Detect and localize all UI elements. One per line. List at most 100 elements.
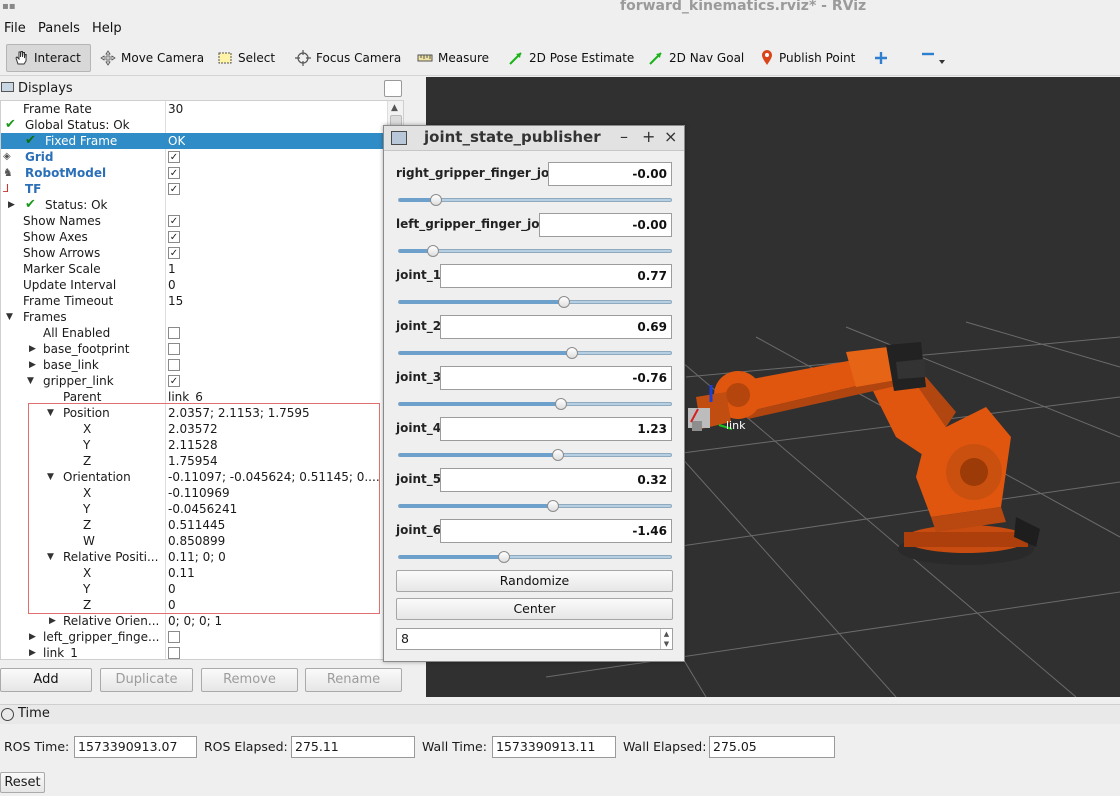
spin-arrows-icon[interactable]: ▲ ▼ xyxy=(660,629,672,649)
joint-value-field[interactable]: -0.00 xyxy=(548,162,672,186)
expand-arrow-icon[interactable]: ▶ xyxy=(29,629,36,645)
tree-row-show-arrows[interactable]: Show Arrows ✓ xyxy=(1,245,387,261)
tree-row-gripper-link[interactable]: ▼ gripper_link ✓ xyxy=(1,373,387,389)
panel-float-button[interactable] xyxy=(384,80,402,97)
enabled-checkbox[interactable] xyxy=(168,359,180,371)
collapse-arrow-icon[interactable]: ▼ xyxy=(6,309,13,325)
center-button[interactable]: Center xyxy=(396,598,673,620)
joint-value-field[interactable]: -0.00 xyxy=(539,213,672,237)
joint-slider-track[interactable] xyxy=(398,300,672,304)
tree-row-status-ok[interactable]: ▶ ✔ Status: Ok xyxy=(1,197,387,213)
tree-row-tf[interactable]: ⅃ TF ✓ xyxy=(1,181,387,197)
tree-row-fixed-frame[interactable]: ✔ Fixed Frame OK xyxy=(1,133,387,149)
joint-slider-track[interactable] xyxy=(398,351,672,355)
tree-row-base-footprint[interactable]: ▶ base_footprint xyxy=(1,341,387,357)
enabled-checkbox[interactable] xyxy=(168,343,180,355)
enabled-checkbox[interactable]: ✓ xyxy=(168,375,180,387)
tree-row-robotmodel[interactable]: ♞ RobotModel ✓ xyxy=(1,165,387,181)
enabled-checkbox[interactable]: ✓ xyxy=(168,183,180,195)
close-icon[interactable]: × xyxy=(664,127,677,146)
menu-help[interactable]: Help xyxy=(92,21,122,36)
joint-value-field[interactable]: -1.46 xyxy=(440,519,672,543)
joint-slider-handle[interactable] xyxy=(427,245,439,257)
tree-row-base-link[interactable]: ▶ base_link xyxy=(1,357,387,373)
tool-2d-pose-estimate[interactable]: 2D Pose Estimate xyxy=(502,44,640,72)
tree-row-left-gripper-finger[interactable]: ▶ left_gripper_finge... xyxy=(1,629,387,645)
enabled-checkbox[interactable] xyxy=(168,647,180,659)
tool-2d-nav-goal[interactable]: 2D Nav Goal xyxy=(642,44,750,72)
joint-value-field[interactable]: 0.77 xyxy=(440,264,672,288)
tree-row-show-names[interactable]: Show Names ✓ xyxy=(1,213,387,229)
row-value[interactable]: 30 xyxy=(168,101,183,117)
menu-panels[interactable]: Panels xyxy=(38,21,80,36)
joint-slider-handle[interactable] xyxy=(552,449,564,461)
ros-time-field[interactable]: 1573390913.07 xyxy=(74,736,197,758)
randomize-button[interactable]: Randomize xyxy=(396,570,673,592)
tree-row-update-interval[interactable]: Update Interval 0 xyxy=(1,277,387,293)
joint-slider-track[interactable] xyxy=(398,453,672,457)
expand-arrow-icon[interactable]: ▶ xyxy=(8,197,15,213)
tree-row-frame-timeout[interactable]: Frame Timeout 15 xyxy=(1,293,387,309)
tree-row-link-1[interactable]: ▶ link_1 xyxy=(1,645,387,659)
tree-row-relative-orientation[interactable]: ▶ Relative Orien... 0; 0; 0; 1 xyxy=(1,613,387,629)
joint-count-spinbox[interactable]: 8 ▲ ▼ xyxy=(396,628,673,650)
tool-publish-point[interactable]: Publish Point xyxy=(754,44,861,72)
remove-tool-button[interactable] xyxy=(914,44,952,72)
joint-slider-handle[interactable] xyxy=(566,347,578,359)
expand-arrow-icon[interactable]: ▶ xyxy=(29,341,36,357)
wall-elapsed-field[interactable]: 275.05 xyxy=(709,736,835,758)
tree-row-global-status[interactable]: ✔ Global Status: Ok xyxy=(1,117,387,133)
tool-select[interactable]: Select xyxy=(211,44,281,72)
tool-measure[interactable]: Measure xyxy=(411,44,495,72)
ros-elapsed-field[interactable]: 275.11 xyxy=(291,736,415,758)
menu-file[interactable]: File xyxy=(4,21,26,36)
scroll-up-icon[interactable]: ▲ xyxy=(391,103,398,113)
maximize-icon[interactable]: + xyxy=(642,127,655,146)
enabled-checkbox[interactable]: ✓ xyxy=(168,167,180,179)
row-value[interactable]: 15 xyxy=(168,293,183,309)
collapse-arrow-icon[interactable]: ▼ xyxy=(27,373,34,389)
enabled-checkbox[interactable]: ✓ xyxy=(168,231,180,243)
joint-slider-handle[interactable] xyxy=(430,194,442,206)
row-value[interactable]: 1 xyxy=(168,261,176,277)
joint-slider-track[interactable] xyxy=(398,402,672,406)
add-tool-button[interactable] xyxy=(868,44,894,72)
joint-slider-handle[interactable] xyxy=(547,500,559,512)
joint-slider-handle[interactable] xyxy=(555,398,567,410)
tool-interact[interactable]: Interact xyxy=(6,44,91,72)
reset-button[interactable]: Reset xyxy=(0,772,45,793)
enabled-checkbox[interactable] xyxy=(168,631,180,643)
joint-slider-track[interactable] xyxy=(398,555,672,559)
joint-value-field[interactable]: -0.76 xyxy=(440,366,672,390)
joint-slider-handle[interactable] xyxy=(558,296,570,308)
tree-row-all-enabled[interactable]: All Enabled xyxy=(1,325,387,341)
enabled-checkbox[interactable]: ✓ xyxy=(168,151,180,163)
add-button[interactable]: Add xyxy=(0,668,92,692)
tree-row-grid[interactable]: ◈ Grid ✓ xyxy=(1,149,387,165)
tree-row-frames[interactable]: ▼ Frames xyxy=(1,309,387,325)
tree-row-show-axes[interactable]: Show Axes ✓ xyxy=(1,229,387,245)
enabled-checkbox[interactable]: ✓ xyxy=(168,215,180,227)
joint-value-field[interactable]: 1.23 xyxy=(440,417,672,441)
tree-row-marker-scale[interactable]: Marker Scale 1 xyxy=(1,261,387,277)
joint-slider-track[interactable] xyxy=(398,249,672,253)
rename-button[interactable]: Rename xyxy=(305,668,402,692)
joint-value-field[interactable]: 0.69 xyxy=(440,315,672,339)
expand-arrow-icon[interactable]: ▶ xyxy=(49,613,56,629)
tool-focus-camera[interactable]: Focus Camera xyxy=(289,44,407,72)
row-value[interactable]: 0 xyxy=(168,277,176,293)
enabled-checkbox[interactable] xyxy=(168,327,180,339)
expand-arrow-icon[interactable]: ▶ xyxy=(29,645,36,659)
tool-move-camera[interactable]: Move Camera xyxy=(94,44,210,72)
joint-slider-handle[interactable] xyxy=(498,551,510,563)
minimize-icon[interactable]: – xyxy=(620,127,628,146)
remove-button[interactable]: Remove xyxy=(201,668,298,692)
expand-arrow-icon[interactable]: ▶ xyxy=(29,357,36,373)
row-value[interactable]: OK xyxy=(168,133,185,149)
tree-row-frame-rate[interactable]: Frame Rate 30 xyxy=(1,101,387,117)
joint-slider-track[interactable] xyxy=(398,504,672,508)
duplicate-button[interactable]: Duplicate xyxy=(100,668,193,692)
joint-value-field[interactable]: 0.32 xyxy=(440,468,672,492)
wall-time-field[interactable]: 1573390913.11 xyxy=(492,736,616,758)
enabled-checkbox[interactable]: ✓ xyxy=(168,247,180,259)
